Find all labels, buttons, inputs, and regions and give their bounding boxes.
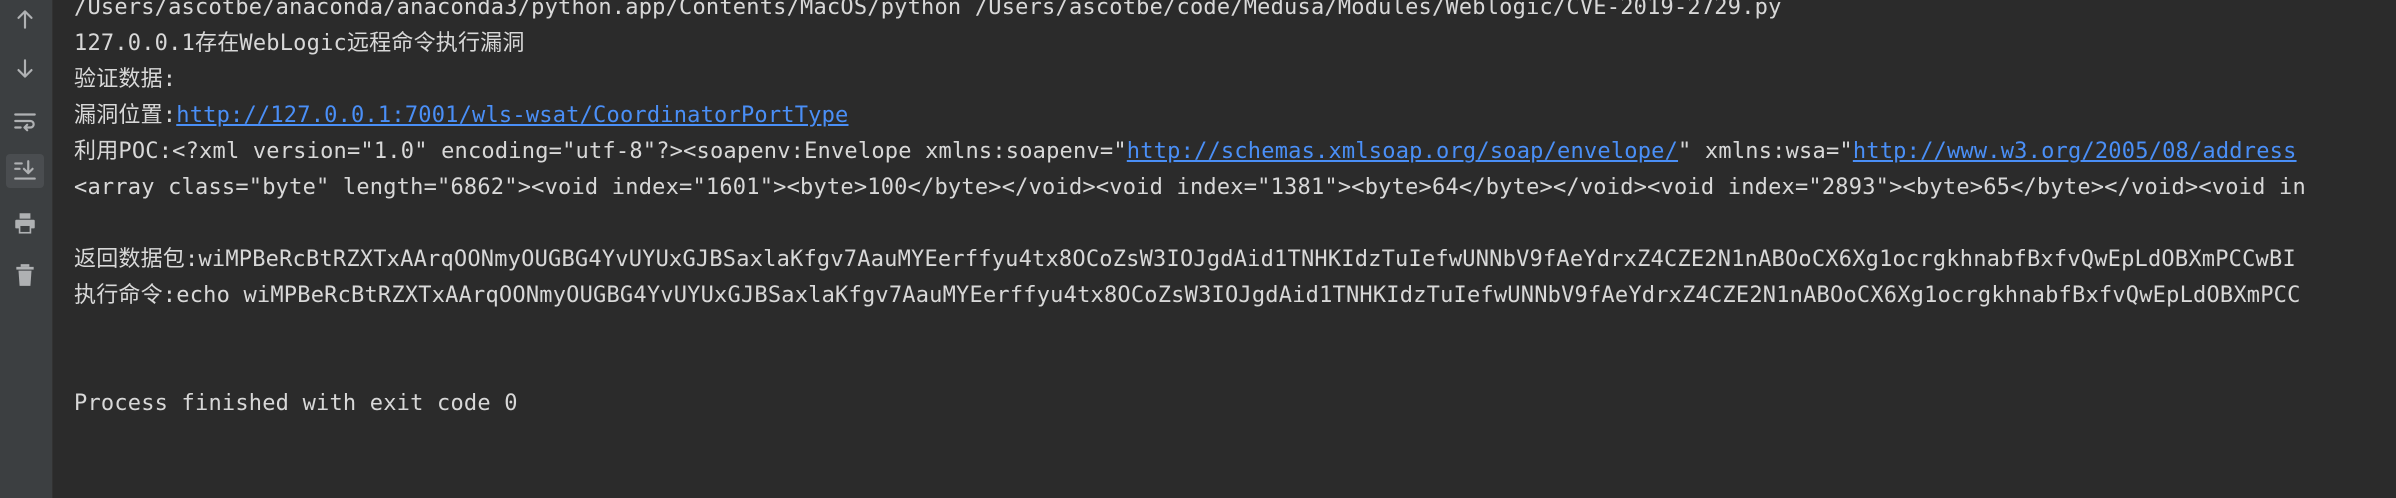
console-output[interactable]: /Users/ascotbe/anaconda/anaconda3/python… bbox=[74, 0, 2396, 498]
console-line-command: /Users/ascotbe/anaconda/anaconda3/python… bbox=[74, 0, 1782, 20]
trash-icon bbox=[16, 264, 34, 286]
soft-wrap-button[interactable] bbox=[6, 104, 44, 138]
soap-envelope-link[interactable]: http://schemas.xmlsoap.org/soap/envelope… bbox=[1127, 139, 1678, 164]
run-console-window: /Users/ascotbe/anaconda/anaconda3/python… bbox=[0, 0, 2396, 498]
poc-prefix-text: 利用POC:<?xml version="1.0" encoding="utf-… bbox=[74, 139, 1127, 164]
vuln-location-label: 漏洞位置: bbox=[74, 103, 177, 128]
console-line-vulnerable: 127.0.0.1存在WebLogic远程命令执行漏洞 bbox=[74, 31, 525, 56]
arrow-down-icon bbox=[17, 59, 33, 78]
console-line-exec-command: 执行命令:echo wiMPBeRcBtRZXTxAArqOONmyOUGBG4… bbox=[74, 283, 2301, 308]
poc-middle-text: " xmlns:wsa=" bbox=[1678, 139, 1853, 164]
arrow-up-icon bbox=[17, 10, 33, 29]
scroll-to-end-button[interactable] bbox=[6, 154, 44, 188]
clear-all-button[interactable] bbox=[6, 258, 44, 292]
console-line-verify: 验证数据: bbox=[74, 67, 177, 92]
scroll-down-button[interactable] bbox=[6, 52, 44, 86]
wsa-address-link[interactable]: http://www.w3.org/2005/08/address bbox=[1853, 139, 2297, 164]
console-line-vuln-location: 漏洞位置:http://127.0.0.1:7001/wls-wsat/Coor… bbox=[74, 98, 849, 134]
console-line-return-data: 返回数据包:wiMPBeRcBtRZXTxAArqOONmyOUGBG4YvUY… bbox=[74, 247, 2296, 272]
scroll-to-end-icon bbox=[14, 160, 36, 180]
console-line-poc: 利用POC:<?xml version="1.0" encoding="utf-… bbox=[74, 134, 2297, 170]
print-icon bbox=[15, 213, 35, 234]
vuln-location-link[interactable]: http://127.0.0.1:7001/wls-wsat/Coordinat… bbox=[176, 103, 848, 128]
console-line-process-finished: Process finished with exit code 0 bbox=[74, 391, 518, 416]
print-button[interactable] bbox=[6, 206, 44, 240]
scroll-up-button[interactable] bbox=[6, 2, 44, 36]
console-line-array: <array class="byte" length="6862"><void … bbox=[74, 175, 2306, 200]
soft-wrap-icon bbox=[14, 113, 36, 132]
console-toolbar bbox=[0, 0, 53, 498]
